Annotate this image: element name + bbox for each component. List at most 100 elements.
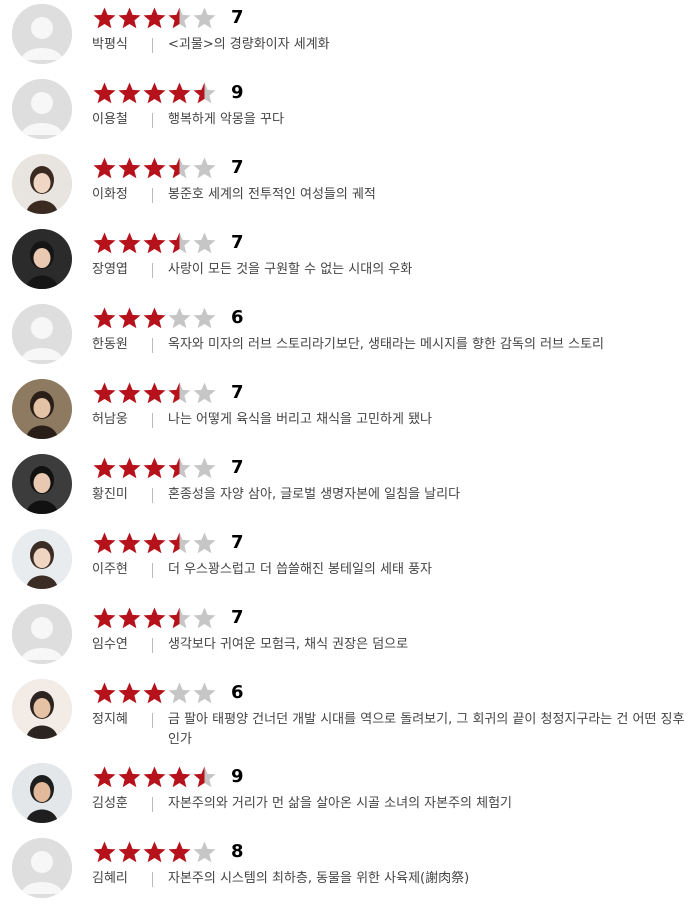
star-full-icon [92,156,117,180]
review-item: 6 한동원 옥자와 미자의 러브 스토리라기보단, 생태라는 메시지를 향한 감독의… [0,300,691,375]
rating-score: 6 [231,307,244,328]
star-empty-icon [192,531,217,555]
review-comment: 행복하게 악몽을 꾸다 [168,112,284,127]
rating-score: 7 [231,607,244,628]
star-full-icon [142,6,167,30]
critic-avatar[interactable] [12,454,72,514]
critic-name[interactable]: 이화정 [92,185,128,205]
default-avatar[interactable] [12,838,72,898]
star-full-icon [142,531,167,555]
star-full-icon [92,456,117,480]
default-avatar[interactable] [12,79,72,139]
star-full-icon [142,81,167,105]
star-rating [92,681,217,705]
critic-name[interactable]: 황진미 [92,485,128,505]
default-avatar[interactable] [12,4,72,64]
divider [152,38,153,53]
rating-score: 7 [231,532,244,553]
rating-score: 6 [231,682,244,703]
star-full-icon [117,381,142,405]
star-full-icon [117,606,142,630]
critic-name[interactable]: 정지혜 [92,710,128,730]
review-item: 7 임수연 생각보다 귀여운 모험극, 채식 권장은 덤으로 [0,600,691,675]
star-half-icon [167,156,192,180]
critic-name[interactable]: 김혜리 [92,869,128,889]
star-half-icon [167,231,192,255]
star-full-icon [92,381,117,405]
star-half-icon [167,456,192,480]
review-comment: 자본주의와 거리가 먼 삶을 살아온 시골 소녀의 자본주의 체험기 [168,796,513,811]
star-full-icon [117,81,142,105]
star-half-icon [167,381,192,405]
star-rating [92,456,217,480]
star-full-icon [117,456,142,480]
critic-name[interactable]: 박평식 [92,35,128,55]
critic-name[interactable]: 이용철 [92,110,128,130]
star-half-icon [167,606,192,630]
default-avatar[interactable] [12,304,72,364]
review-item: 6 정지혜 금 팔아 태평양 건너던 개발 시대를 역으로 돌려보기, 그 회귀의 … [0,675,691,750]
rating-score: 7 [231,232,244,253]
star-full-icon [92,81,117,105]
critic-avatar[interactable] [12,379,72,439]
star-empty-icon [167,306,192,330]
star-full-icon [142,681,167,705]
review-item: 7 이화정 봉준호 세계의 전투적인 여성들의 궤적 [0,150,691,225]
star-rating [92,606,217,630]
star-full-icon [142,156,167,180]
rating-score: 7 [231,382,244,403]
star-empty-icon [192,6,217,30]
critic-avatar[interactable] [12,679,72,739]
rating-score: 7 [231,157,244,178]
star-empty-icon [192,156,217,180]
star-full-icon [142,765,167,789]
star-full-icon [92,231,117,255]
critic-avatar[interactable] [12,229,72,289]
star-full-icon [92,306,117,330]
critic-avatar[interactable] [12,529,72,589]
review-item: 8 김혜리 자본주의 시스템의 최하층, 동물을 위한 사육제(謝肉祭) [0,834,691,909]
star-full-icon [92,606,117,630]
star-full-icon [92,681,117,705]
star-rating [92,156,217,180]
star-full-icon [142,231,167,255]
critic-name[interactable]: 허남웅 [92,410,128,430]
review-comment: 나는 어떻게 육식을 버리고 채식을 고민하게 됐나 [168,412,432,427]
star-full-icon [142,381,167,405]
star-full-icon [117,765,142,789]
star-empty-icon [167,681,192,705]
critic-avatar[interactable] [12,154,72,214]
rating-score: 8 [231,841,244,862]
star-empty-icon [192,231,217,255]
critic-name[interactable]: 이주현 [92,560,128,580]
star-full-icon [142,606,167,630]
default-avatar[interactable] [12,604,72,664]
star-full-icon [117,531,142,555]
critic-avatar[interactable] [12,763,72,823]
star-empty-icon [192,381,217,405]
critic-name[interactable]: 한동원 [92,335,128,355]
divider [152,338,153,353]
star-full-icon [142,840,167,864]
rating-score: 7 [231,457,244,478]
star-half-icon [167,531,192,555]
review-item: 7 이주현 더 우스꽝스럽고 더 씁쓸해진 봉테일의 세태 풍자 [0,525,691,600]
review-comment: 사랑이 모든 것을 구원할 수 없는 시대의 우화 [168,262,413,277]
review-comment: <괴물>의 경량화이자 세계화 [168,37,330,52]
rating-score: 7 [231,7,244,28]
critic-name[interactable]: 임수연 [92,635,128,655]
review-item: 7 박평식 <괴물>의 경량화이자 세계화 [0,0,691,75]
critic-name[interactable]: 장영엽 [92,260,128,280]
divider [152,113,153,128]
star-rating [92,231,217,255]
star-full-icon [117,681,142,705]
review-item: 7 장영엽 사랑이 모든 것을 구원할 수 없는 시대의 우화 [0,225,691,300]
rating-score: 9 [231,82,244,103]
critic-name[interactable]: 김성훈 [92,794,128,814]
divider [152,713,153,728]
star-half-icon [192,81,217,105]
star-full-icon [117,156,142,180]
star-full-icon [92,531,117,555]
star-rating [92,765,217,789]
review-comment: 봉준호 세계의 전투적인 여성들의 궤적 [168,187,376,202]
